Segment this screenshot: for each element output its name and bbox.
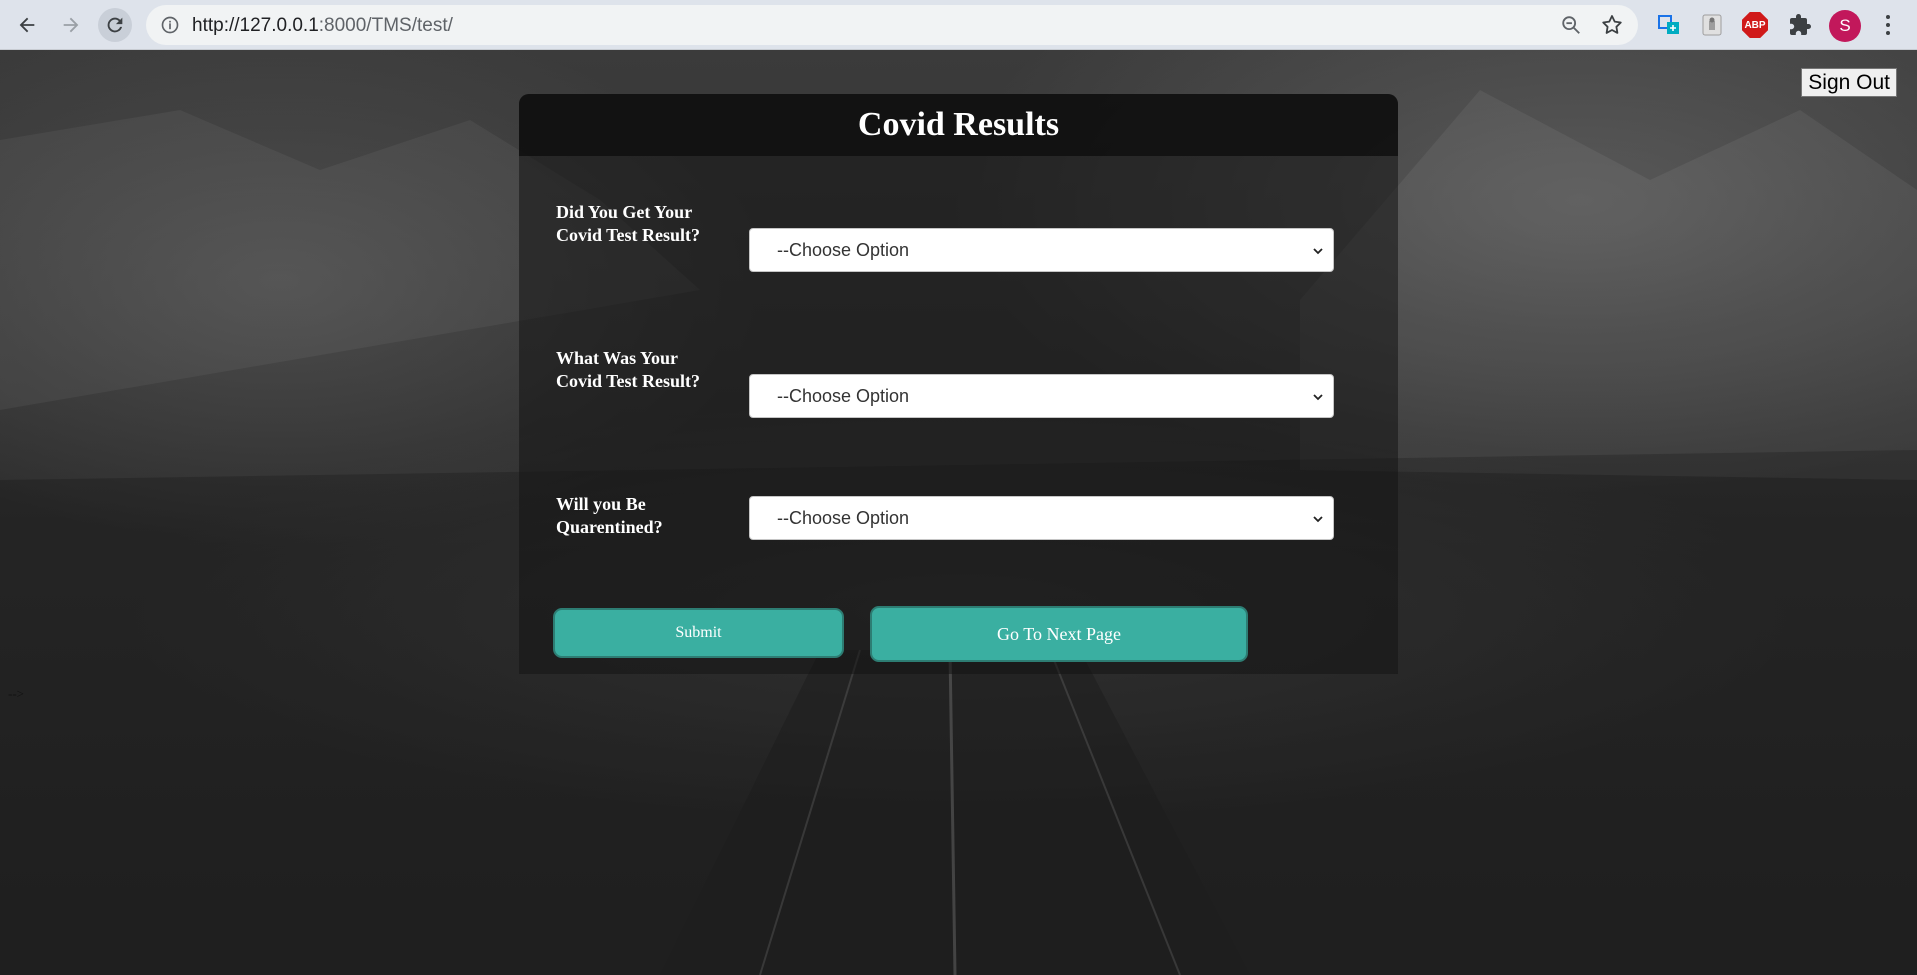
info-icon[interactable] xyxy=(160,15,180,35)
address-bar[interactable]: http://127.0.0.1:8000/TMS/test/ xyxy=(146,5,1638,45)
chevron-down-icon xyxy=(1313,394,1323,401)
back-button[interactable] xyxy=(10,8,44,42)
next-page-button[interactable]: Go To Next Page xyxy=(870,606,1248,662)
bookmark-star-icon[interactable] xyxy=(1600,13,1624,37)
browser-menu-icon[interactable] xyxy=(1876,11,1900,39)
adblock-plus-icon[interactable]: ABP xyxy=(1741,11,1769,39)
page-viewport: Sign Out --> Covid Results Did You Get Y… xyxy=(0,50,1917,975)
test-received-select[interactable]: --Choose Option xyxy=(749,228,1334,272)
test-result-select[interactable]: --Choose Option xyxy=(749,374,1334,418)
browser-toolbar: http://127.0.0.1:8000/TMS/test/ ABP S xyxy=(0,0,1917,50)
chevron-down-icon xyxy=(1313,516,1323,523)
question-label-quarantined: Will you Be Quarentined? xyxy=(556,494,663,537)
select-value: --Choose Option xyxy=(777,386,910,406)
zoom-out-icon[interactable] xyxy=(1560,14,1582,36)
arrow-right-icon xyxy=(63,17,79,33)
sign-out-button[interactable]: Sign Out xyxy=(1801,68,1897,97)
quarantined-select[interactable]: --Choose Option xyxy=(749,496,1334,540)
stray-text: --> xyxy=(8,686,24,701)
question-label-test-received: Did You Get Your Covid Test Result? xyxy=(556,202,701,245)
reload-icon xyxy=(107,17,123,33)
abp-badge: ABP xyxy=(1742,12,1768,38)
covid-results-form: Covid Results Did You Get Your Covid Tes… xyxy=(519,94,1398,674)
chevron-down-icon xyxy=(1313,248,1323,255)
form-title: Covid Results xyxy=(857,106,1060,143)
reload-button[interactable] xyxy=(98,8,132,42)
arrow-left-icon xyxy=(19,17,35,33)
translate-extension-icon[interactable] xyxy=(1655,11,1683,39)
profile-avatar[interactable]: S xyxy=(1829,10,1861,42)
extensions-puzzle-icon[interactable] xyxy=(1786,11,1814,39)
pin-extension-icon[interactable] xyxy=(1698,11,1726,39)
select-value: --Choose Option xyxy=(777,240,910,260)
select-value: --Choose Option xyxy=(777,508,910,528)
url-host: http://127.0.0.1 xyxy=(192,15,319,36)
forward-button[interactable] xyxy=(54,8,88,42)
submit-button[interactable]: Submit xyxy=(553,608,844,658)
question-label-test-result: What Was Your Covid Test Result? xyxy=(556,348,701,391)
url-path: :8000/TMS/test/ xyxy=(318,15,453,36)
url-text: http://127.0.0.1:8000/TMS/test/ xyxy=(192,15,453,37)
form-header: Covid Results xyxy=(519,94,1398,156)
